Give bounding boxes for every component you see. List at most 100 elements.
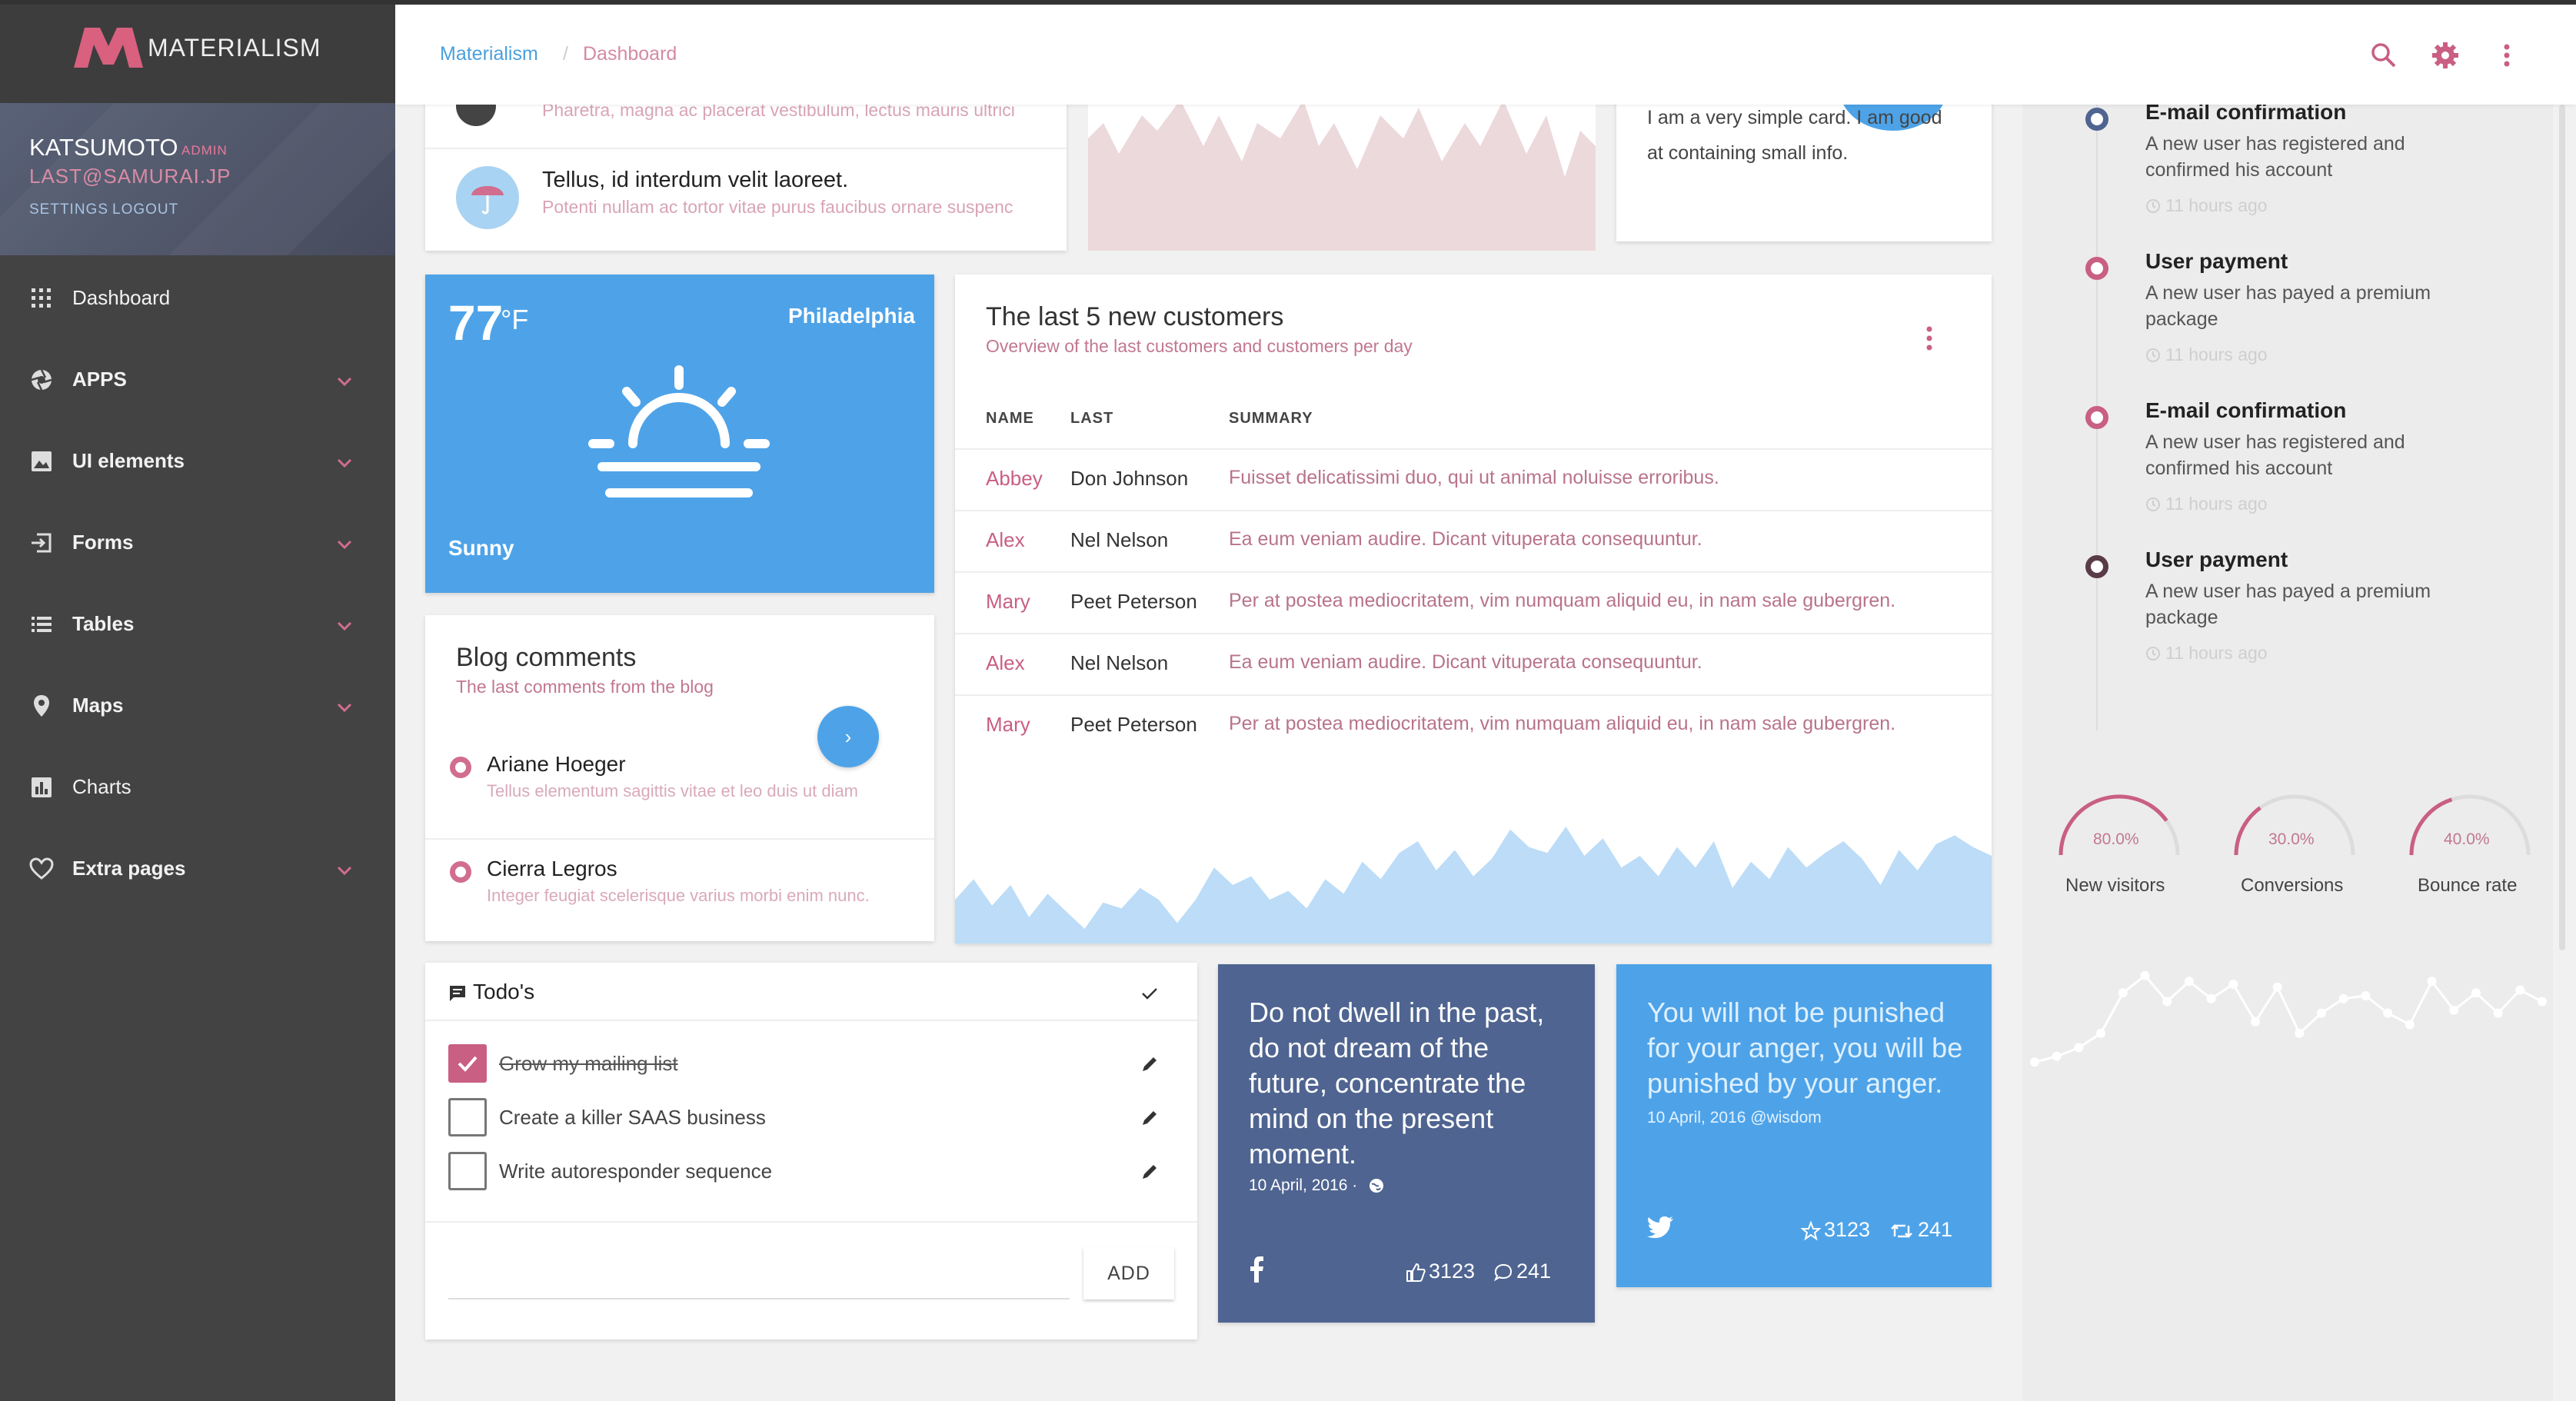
- customer-last-name: Nel Nelson: [1070, 528, 1169, 551]
- column-header-summary[interactable]: SUMMARY: [1229, 410, 1313, 428]
- sidebar-item-label: Tables: [72, 612, 135, 635]
- quote-text: Do not dwell in the past, do not dream o…: [1249, 997, 1545, 1170]
- sidebar-item-label: Charts: [72, 775, 131, 798]
- customers-area: [955, 827, 1992, 943]
- message-preview: Potenti nullam ac tortor vitae purus fau…: [542, 197, 1013, 217]
- timeline-time: 11 hours ago: [2165, 643, 2268, 663]
- clock-icon: [2146, 498, 2160, 511]
- timeline-title[interactable]: User payment: [2145, 547, 2288, 572]
- twitter-icon[interactable]: [1647, 1216, 1673, 1238]
- right-panel-scrollbar[interactable]: [2559, 105, 2565, 950]
- weather-city: Philadelphia: [788, 304, 915, 328]
- customer-first-name: Mary: [986, 590, 1030, 613]
- pencil-icon[interactable]: [1139, 1053, 1160, 1075]
- search-icon[interactable]: [2368, 40, 2399, 71]
- quote-date: 10 April, 2016 ·: [1249, 1176, 1358, 1194]
- sidebar-item-forms[interactable]: Forms: [0, 501, 395, 583]
- add-todo-button[interactable]: ADD: [1083, 1247, 1174, 1300]
- chevron-down-icon[interactable]: [335, 617, 354, 635]
- sidebar-item-label: Dashboard: [72, 286, 171, 309]
- image-icon: [32, 451, 52, 471]
- customer-last-name: Nel Nelson: [1070, 651, 1169, 674]
- sidebar-item-dashboard[interactable]: Dashboard: [0, 257, 395, 338]
- timeline-time: 11 hours ago: [2165, 195, 2268, 215]
- sidebar-item-tables[interactable]: Tables: [0, 583, 395, 664]
- check-icon[interactable]: [1139, 983, 1160, 1004]
- user-panel: KATSUMOTO ADMIN LAST@SAMURAI.JP SETTINGS…: [0, 103, 395, 255]
- star-icon[interactable]: [1801, 1221, 1821, 1241]
- map-pin-icon: [34, 695, 49, 717]
- divider: [955, 633, 1992, 634]
- stats-point: [2162, 997, 2172, 1007]
- bar-chart-icon: [32, 777, 52, 797]
- list-icon: [32, 617, 52, 632]
- column-header-last[interactable]: LAST: [1070, 410, 1113, 428]
- message-title[interactable]: Tellus, id interdum velit laoreet.: [542, 168, 848, 193]
- chevron-down-icon[interactable]: [335, 454, 354, 472]
- more-vert-icon[interactable]: [1925, 325, 1933, 351]
- timeline-marker-icon: [2085, 257, 2108, 280]
- more-vert-icon[interactable]: [2491, 40, 2522, 71]
- todo-checkbox[interactable]: [448, 1044, 487, 1083]
- sidebar-item-maps[interactable]: Maps: [0, 664, 395, 746]
- todo-checkbox[interactable]: [448, 1152, 487, 1190]
- sidebar-item-apps[interactable]: APPS: [0, 338, 395, 420]
- next-button[interactable]: ›: [817, 706, 879, 767]
- pencil-icon[interactable]: [1139, 1161, 1160, 1183]
- retweet-icon[interactable]: [1890, 1221, 1913, 1241]
- timeline-text: A new user has registered and confirmed …: [2145, 431, 2405, 479]
- customer-summary: Ea eum veniam audire. Dicant vituperata …: [1229, 651, 1702, 673]
- materialism-logo-icon[interactable]: [74, 28, 143, 68]
- sidebar-item-ui-elements[interactable]: UI elements: [0, 420, 395, 501]
- pencil-icon[interactable]: [1139, 1107, 1160, 1129]
- new-todo-input[interactable]: [448, 1298, 1070, 1300]
- customer-last-name: Don Johnson: [1070, 467, 1189, 490]
- aperture-icon: [31, 369, 52, 391]
- stats-point: [2030, 1057, 2039, 1067]
- timeline-time: 11 hours ago: [2165, 494, 2268, 514]
- stats-point: [2471, 988, 2481, 998]
- timeline-marker-icon: [2085, 555, 2108, 578]
- comment-author[interactable]: Ariane Hoeger: [487, 752, 626, 777]
- timeline-title[interactable]: E-mail confirmation: [2145, 398, 2346, 423]
- sidebar-item-label: Forms: [72, 531, 134, 554]
- comment-marker-icon: [450, 757, 471, 778]
- settings-link[interactable]: SETTINGS: [29, 201, 108, 218]
- app-name[interactable]: MATERIALISM: [148, 34, 321, 62]
- sidebar-item-charts[interactable]: Charts: [0, 746, 395, 827]
- comment-author[interactable]: Cierra Legros: [487, 857, 617, 881]
- user-role: ADMIN: [181, 143, 228, 158]
- clock-icon: [2146, 348, 2160, 362]
- gear-icon[interactable]: [2430, 40, 2461, 71]
- chevron-down-icon[interactable]: [335, 535, 354, 554]
- facebook-icon[interactable]: [1249, 1256, 1264, 1283]
- column-header-name[interactable]: NAME: [986, 410, 1034, 428]
- gauge-label: New visitors: [2065, 875, 2165, 896]
- gauge-label: Bounce rate: [2418, 875, 2518, 896]
- user-name: KATSUMOTO: [29, 134, 178, 161]
- todo-checkbox[interactable]: [448, 1098, 487, 1136]
- quote-card-facebook: Do not dwell in the past, do not dream o…: [1218, 964, 1595, 1323]
- new-customers-card: The last 5 new customers Overview of the…: [955, 275, 1992, 943]
- stats-point: [2251, 1017, 2260, 1027]
- breadcrumb-current: Dashboard: [583, 43, 677, 65]
- sidebar-item-extra-pages[interactable]: Extra pages: [0, 827, 395, 909]
- logout-link[interactable]: LOGOUT: [112, 201, 178, 218]
- chat-bubble-icon[interactable]: [1493, 1263, 1513, 1283]
- stats-point: [2538, 997, 2547, 1007]
- breadcrumb-home[interactable]: Materialism: [440, 43, 538, 65]
- breadcrumb-separator: /: [563, 43, 568, 65]
- stats-point: [2118, 988, 2128, 998]
- stats-point: [2074, 1043, 2084, 1053]
- todo-text: Create a killer SAAS business: [499, 1106, 766, 1129]
- stats-line: [2034, 973, 2543, 1063]
- thumbs-up-icon[interactable]: [1406, 1263, 1426, 1283]
- gauge-value: 30.0%: [2268, 830, 2315, 848]
- chevron-down-icon[interactable]: [335, 372, 354, 391]
- divider: [425, 838, 934, 840]
- chevron-down-icon[interactable]: [335, 698, 354, 717]
- timeline-time: 11 hours ago: [2165, 344, 2268, 364]
- simple-info-card: I am a very simple card. I am good at co…: [1616, 100, 1992, 241]
- timeline-title[interactable]: User payment: [2145, 249, 2288, 274]
- chevron-down-icon[interactable]: [335, 861, 354, 880]
